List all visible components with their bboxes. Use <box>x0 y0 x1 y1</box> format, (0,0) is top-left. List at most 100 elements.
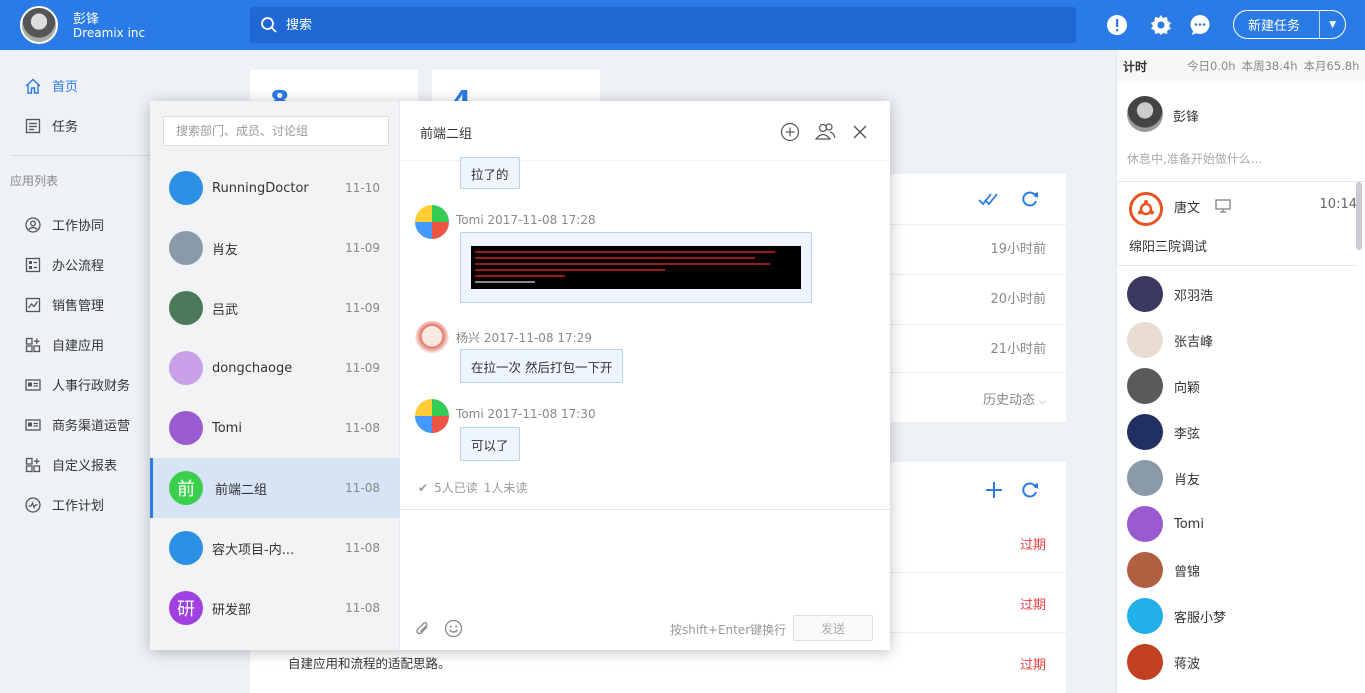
terminal-screenshot-image[interactable] <box>471 246 801 289</box>
history-link[interactable]: 历史动态 ⌵ <box>983 389 1046 408</box>
sidebar-divider <box>10 155 150 156</box>
message-meta: Tomi 2017-11-08 17:30 <box>456 407 596 421</box>
alert-icon[interactable] <box>1106 14 1128 36</box>
sidebar-item-collab[interactable]: 工作协同 <box>24 215 104 234</box>
conversation-item[interactable]: 容大项目-内... 11-08 <box>150 518 400 578</box>
sidebar-item-label: 人事行政财务 <box>52 379 131 394</box>
my-status[interactable]: 休息中,准备开始做什么... <box>1127 150 1262 167</box>
member-item[interactable]: 蒋波 <box>1127 644 1200 680</box>
conversation-date: 11-10 <box>345 181 380 195</box>
avatar[interactable] <box>415 321 449 355</box>
conversation-name: 吕武 <box>212 302 239 318</box>
my-status-card[interactable]: 彭锋 休息中,准备开始做什么... <box>1117 82 1365 182</box>
read-receipt[interactable]: ✔ 5人已读 1人未读 <box>418 479 533 496</box>
avatar <box>1127 552 1163 588</box>
member-name: 曾锦 <box>1174 564 1201 580</box>
id-card-icon <box>24 416 42 434</box>
activity-time: 20小时前 <box>990 292 1046 307</box>
conversation-item[interactable]: Tomi 11-08 <box>150 398 400 458</box>
message-bubble[interactable]: 在拉一次 然后打包一下开 <box>460 349 624 383</box>
pulse-icon <box>24 496 42 514</box>
sidebar-item-office-flow[interactable]: 办公流程 <box>24 255 104 274</box>
conversation-item[interactable]: 前前端二组 11-08 <box>150 458 400 518</box>
refresh-icon[interactable] <box>1020 189 1040 209</box>
sidebar-item-plan[interactable]: 工作计划 <box>24 495 104 514</box>
sidebar-item-hr[interactable]: 人事行政财务 <box>24 375 130 394</box>
timer-month: 本月65.8h <box>1303 59 1360 73</box>
member-name: 向颖 <box>1174 380 1201 396</box>
avatar[interactable] <box>415 399 449 433</box>
avatar <box>169 291 203 325</box>
avatar <box>1127 276 1163 312</box>
conversation-item[interactable]: RunningDoctor 11-10 <box>150 158 400 218</box>
message-icon[interactable] <box>1189 14 1211 36</box>
sidebar-item-sales[interactable]: 销售管理 <box>24 295 104 314</box>
global-search[interactable] <box>250 7 1076 43</box>
contact-search-input[interactable] <box>163 116 389 146</box>
activity-time: 19小时前 <box>990 242 1046 257</box>
group-members-icon[interactable] <box>813 122 837 142</box>
user-avatar[interactable] <box>20 6 58 44</box>
member-item[interactable]: 李弦 <box>1127 414 1200 450</box>
task-text[interactable]: 自建应用和流程的适配思路。 <box>288 653 451 672</box>
avatar <box>1127 460 1163 496</box>
mark-read-icon[interactable] <box>977 190 1001 208</box>
team-panel: 计时 今日0.0h 本周38.4h 本月65.8h 彭锋 休息中,准备开始做什么… <box>1116 50 1365 693</box>
caret-down-icon[interactable]: ▼ <box>1319 11 1345 38</box>
message-input-area[interactable]: 按shift+Enter键换行 发送 <box>400 509 890 650</box>
emoji-icon[interactable] <box>444 619 463 638</box>
conversation-item[interactable]: 肖友 11-09 <box>150 218 400 278</box>
scrollbar[interactable] <box>1356 182 1362 250</box>
attachment-icon[interactable] <box>414 620 432 638</box>
add-icon[interactable] <box>984 480 1004 500</box>
member-item[interactable]: 客服小梦 <box>1127 598 1226 634</box>
member-item[interactable]: 曾锦 <box>1127 552 1200 588</box>
timer-week: 本周38.4h <box>1241 59 1298 73</box>
conversation-item[interactable]: 研研发部 11-08 <box>150 578 400 638</box>
id-card-icon <box>24 376 42 394</box>
conversation-name: dongchaoge <box>212 360 293 376</box>
sidebar-item-label: 工作计划 <box>52 499 105 514</box>
add-circle-icon[interactable] <box>780 122 800 142</box>
sidebar-item-label: 商务渠道运营 <box>52 419 131 434</box>
avatar[interactable] <box>415 205 449 239</box>
conversation-item[interactable]: 吕武 11-09 <box>150 278 400 338</box>
member-item[interactable]: 肖友 <box>1127 460 1200 496</box>
new-task-button[interactable]: 新建任务 ▼ <box>1233 10 1346 39</box>
avatar <box>169 171 203 205</box>
avatar <box>1127 598 1163 634</box>
refresh-icon[interactable] <box>1020 480 1040 500</box>
member-item[interactable]: 邓羽浩 <box>1127 276 1213 312</box>
sidebar-item-report[interactable]: 自定义报表 <box>24 455 117 474</box>
ubuntu-avatar <box>1129 192 1163 226</box>
message-bubble[interactable]: 拉了的 <box>460 157 520 189</box>
grid-plus-icon <box>24 456 42 474</box>
nav-home[interactable]: 首页 <box>24 76 78 95</box>
image-message[interactable] <box>460 232 812 303</box>
my-name: 彭锋 <box>1173 110 1200 125</box>
close-icon[interactable] <box>850 122 870 142</box>
search-input[interactable] <box>286 17 986 33</box>
sidebar-item-channel[interactable]: 商务渠道运营 <box>24 415 130 434</box>
member-item[interactable]: 张吉峰 <box>1127 322 1213 358</box>
member-active-item[interactable]: 唐文 10:14 绵阳三院调试 <box>1117 182 1357 266</box>
conversation-date: 11-09 <box>345 361 380 375</box>
sidebar-item-label: 销售管理 <box>52 299 105 314</box>
avatar <box>1127 96 1163 132</box>
member-item[interactable]: 向颖 <box>1127 368 1200 404</box>
user-name: 彭锋 <box>73 12 100 27</box>
sidebar-item-custom-app[interactable]: 自建应用 <box>24 335 104 354</box>
conversation-item[interactable]: dongchaoge 11-09 <box>150 338 400 398</box>
top-bar: 彭锋 Dreamix inc 新建任务 ▼ <box>0 0 1365 50</box>
settings-icon[interactable] <box>1150 14 1172 36</box>
nav-tasks[interactable]: 任务 <box>24 116 78 135</box>
member-item[interactable]: Tomi <box>1127 506 1204 542</box>
avatar: 前 <box>169 471 203 505</box>
member-name: 唐文 <box>1174 201 1201 216</box>
user-circle-icon <box>24 216 42 234</box>
message-bubble[interactable]: 可以了 <box>460 427 520 461</box>
member-name: Tomi <box>1174 516 1204 532</box>
send-button[interactable]: 发送 <box>793 615 873 641</box>
member-name: 客服小梦 <box>1174 610 1227 626</box>
history-label: 历史动态 <box>983 393 1036 408</box>
